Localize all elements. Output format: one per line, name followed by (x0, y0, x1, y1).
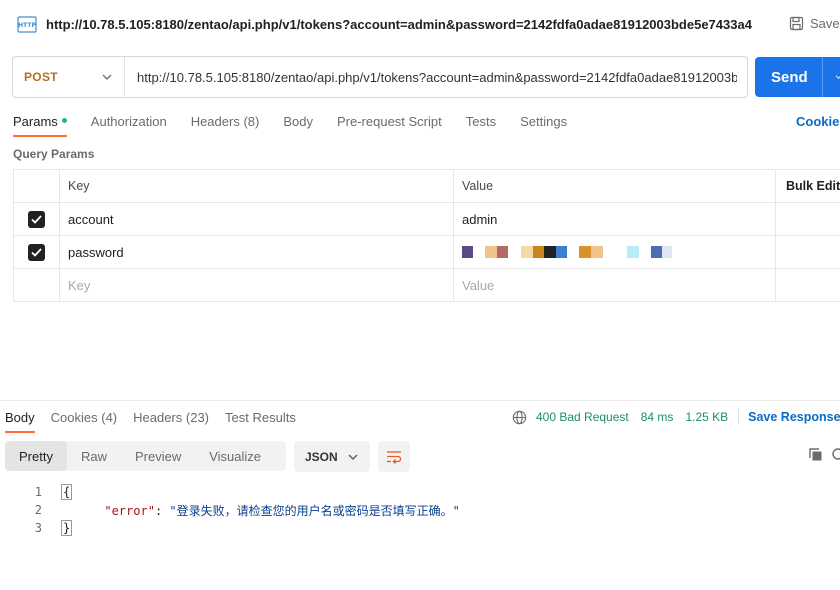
search-icon[interactable] (831, 448, 840, 462)
cookies-link[interactable]: Cookies (796, 114, 840, 129)
param-extra (776, 203, 840, 235)
bulk-edit-button[interactable]: Bulk Edit (776, 170, 840, 202)
header-value: Value (454, 170, 776, 202)
tab-test-results[interactable]: Test Results (225, 410, 296, 425)
code-line: 1 { (0, 483, 460, 501)
copy-icon[interactable] (808, 447, 823, 462)
wrap-lines-button[interactable] (378, 441, 410, 472)
chevron-down-icon (348, 454, 358, 460)
code-line: 3 } (0, 519, 460, 537)
param-extra (776, 269, 840, 301)
check-icon (31, 247, 42, 257)
save-icon (789, 16, 804, 31)
response-tabs: Body Cookies (4) Headers (23) Test Resul… (5, 410, 312, 433)
tab-response-body[interactable]: Body (5, 410, 35, 433)
tab-tests[interactable]: Tests (466, 112, 496, 140)
send-label: Send (771, 68, 808, 86)
tab-response-cookies[interactable]: Cookies (4) (51, 410, 117, 425)
view-pretty-button[interactable]: Pretty (5, 441, 67, 471)
view-visualize-button[interactable]: Visualize (195, 441, 275, 471)
table-row: account admin (14, 203, 840, 236)
tab-pre-request-script[interactable]: Pre-request Script (337, 112, 442, 140)
json-key: "error" (104, 503, 155, 518)
status-separator (738, 409, 740, 425)
checkbox[interactable] (28, 243, 45, 261)
chevron-down-icon[interactable] (823, 73, 840, 81)
http-icon: HTTP (17, 16, 37, 33)
params-table: Key Value Bulk Edit account admin passwo… (13, 169, 840, 302)
send-button[interactable]: Send (755, 57, 840, 97)
request-tabs: Params Authorization Headers (8) Body Pr… (13, 112, 591, 140)
view-mode-bar: Pretty Raw Preview Visualize (5, 441, 286, 471)
line-number: 3 (34, 521, 42, 535)
response-time[interactable]: 84 ms (641, 410, 674, 424)
open-brace: { (61, 484, 73, 500)
json-value: "登录失败，请检查您的用户名或密码是否填写正确。" (169, 503, 460, 518)
redacted-value (462, 245, 672, 259)
chevron-down-icon (102, 74, 112, 80)
active-indicator-dot (61, 118, 67, 124)
row-check-cell (14, 203, 60, 235)
tab-settings[interactable]: Settings (520, 112, 567, 140)
line-number: 2 (34, 503, 42, 517)
param-extra (776, 236, 840, 268)
row-check-cell (14, 269, 60, 301)
tab-params[interactable]: Params (13, 112, 67, 140)
save-label: Save (810, 16, 840, 31)
save-button[interactable]: Save (789, 16, 840, 31)
wrap-lines-icon (387, 450, 402, 464)
request-bar: POST (12, 56, 748, 98)
method-select[interactable]: POST (13, 57, 125, 97)
new-key-input[interactable]: Key (60, 269, 454, 301)
view-preview-button[interactable]: Preview (121, 441, 195, 471)
globe-icon[interactable] (512, 410, 527, 425)
tab-headers[interactable]: Headers (8) (191, 112, 260, 140)
code-line: 2 "error": "登录失败，请检查您的用户名或密码是否填写正确。" (0, 501, 460, 519)
param-key[interactable]: account (60, 203, 454, 235)
row-check-cell (14, 236, 60, 268)
params-header-row: Key Value Bulk Edit (14, 170, 840, 203)
param-key[interactable]: password (60, 236, 454, 268)
svg-text:HTTP: HTTP (18, 22, 36, 29)
format-label: JSON (305, 449, 338, 464)
method-label: POST (24, 70, 58, 84)
response-divider (0, 400, 840, 401)
line-number: 1 (34, 485, 42, 499)
param-value[interactable]: admin (454, 203, 776, 235)
header-check-cell (14, 170, 60, 202)
header-key: Key (60, 170, 454, 202)
table-row: Key Value (14, 269, 840, 302)
status-badge[interactable]: 400 Bad Request (536, 410, 629, 424)
check-icon (31, 214, 42, 224)
checkbox[interactable] (28, 210, 45, 228)
json-separator: : (154, 503, 170, 518)
response-body-code: 1 { 2 "error": "登录失败，请检查您的用户名或密码是否填写正确。"… (0, 483, 460, 537)
format-select[interactable]: JSON (294, 441, 370, 472)
query-params-title: Query Params (13, 147, 95, 161)
param-value-redacted[interactable] (454, 236, 776, 268)
save-response-button[interactable]: Save Response (748, 410, 840, 424)
close-brace: } (61, 520, 73, 536)
tab-body[interactable]: Body (283, 112, 313, 140)
table-row: password (14, 236, 840, 269)
url-input[interactable] (125, 57, 747, 97)
request-title: http://10.78.5.105:8180/zentao/api.php/v… (46, 17, 752, 32)
tab-authorization[interactable]: Authorization (91, 112, 167, 140)
response-size[interactable]: 1.25 KB (685, 410, 728, 424)
view-raw-button[interactable]: Raw (67, 441, 121, 471)
title-bar: HTTP http://10.78.5.105:8180/zentao/api.… (0, 0, 840, 50)
response-status-bar: 400 Bad Request 84 ms 1.25 KB Save Respo… (512, 409, 840, 425)
new-value-input[interactable]: Value (454, 269, 776, 301)
tab-response-headers[interactable]: Headers (23) (133, 410, 209, 425)
